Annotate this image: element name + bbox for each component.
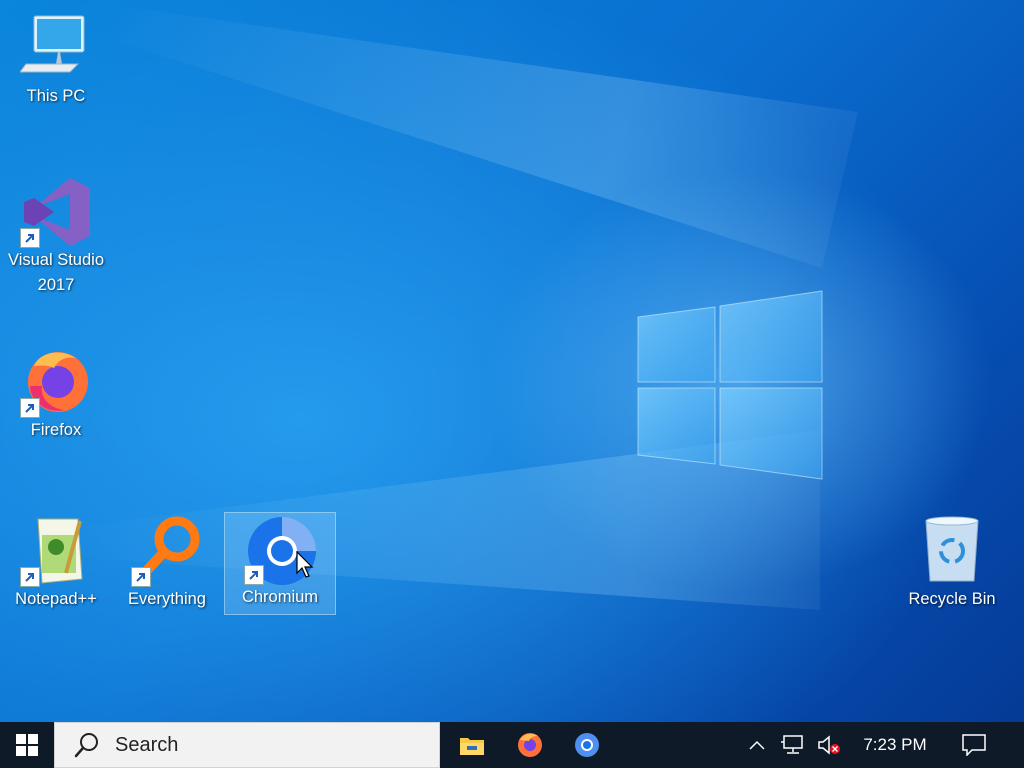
desktop: This PC Visual Studio 2017 Firefox Notep…	[0, 0, 1024, 722]
windows-logo-wallpaper	[637, 290, 823, 480]
desktop-icon-visual-studio[interactable]: Visual Studio 2017	[1, 176, 111, 298]
notification-icon	[962, 734, 986, 756]
taskbar-search-box[interactable]: Search	[54, 722, 440, 768]
desktop-icon-label-line2: 2017	[37, 276, 75, 294]
firefox-icon	[518, 733, 542, 757]
desktop-icon-label: This PC	[26, 87, 86, 105]
volume-tray-button[interactable]	[814, 722, 844, 768]
windows-start-icon	[16, 734, 38, 756]
mouse-cursor-icon	[296, 551, 314, 578]
desktop-icon-this-pc[interactable]: This PC	[1, 12, 111, 109]
search-icon	[74, 733, 98, 758]
recycle-bin-icon	[925, 516, 979, 582]
shortcut-arrow-icon	[20, 228, 40, 248]
volume-muted-icon	[818, 735, 840, 755]
light-beam-decoration	[81, 0, 858, 268]
desktop-icon-label: Firefox	[30, 421, 82, 439]
desktop-icon-label: Visual Studio	[7, 251, 104, 269]
desktop-icon-recycle-bin[interactable]: Recycle Bin	[897, 515, 1007, 612]
show-hidden-icons-button[interactable]	[744, 722, 770, 768]
taskbar-clock[interactable]: 7:23 PM	[852, 722, 938, 768]
network-tray-button[interactable]	[778, 722, 808, 768]
desktop-icon-chromium[interactable]: Chromium	[224, 512, 336, 615]
desktop-icon-label: Everything	[128, 590, 206, 608]
file-explorer-icon	[460, 738, 484, 755]
desktop-icon-firefox[interactable]: Firefox	[1, 346, 111, 443]
shortcut-arrow-icon	[244, 565, 264, 585]
desktop-icon-everything[interactable]: Everything	[112, 515, 222, 612]
action-center-button[interactable]	[954, 722, 994, 768]
shortcut-arrow-icon	[131, 567, 151, 587]
taskbar-firefox[interactable]	[503, 722, 557, 768]
taskbar-chromium[interactable]	[560, 722, 614, 768]
network-icon	[781, 735, 803, 754]
desktop-icon-label: Recycle Bin	[908, 590, 996, 608]
desktop-icon-notepad-plus-plus[interactable]: Notepad++	[1, 515, 111, 612]
desktop-icon-label: Chromium	[241, 588, 319, 606]
this-pc-icon	[19, 15, 85, 73]
desktop-icon-label: Notepad++	[15, 590, 97, 608]
taskbar-file-explorer[interactable]	[445, 722, 499, 768]
chevron-up-icon	[749, 740, 765, 750]
shortcut-arrow-icon	[20, 567, 40, 587]
chromium-icon	[575, 733, 599, 757]
taskbar: Search 7:23 PM	[0, 722, 1024, 768]
start-button[interactable]	[0, 722, 54, 768]
search-placeholder: Search	[115, 733, 179, 756]
shortcut-arrow-icon	[20, 398, 40, 418]
